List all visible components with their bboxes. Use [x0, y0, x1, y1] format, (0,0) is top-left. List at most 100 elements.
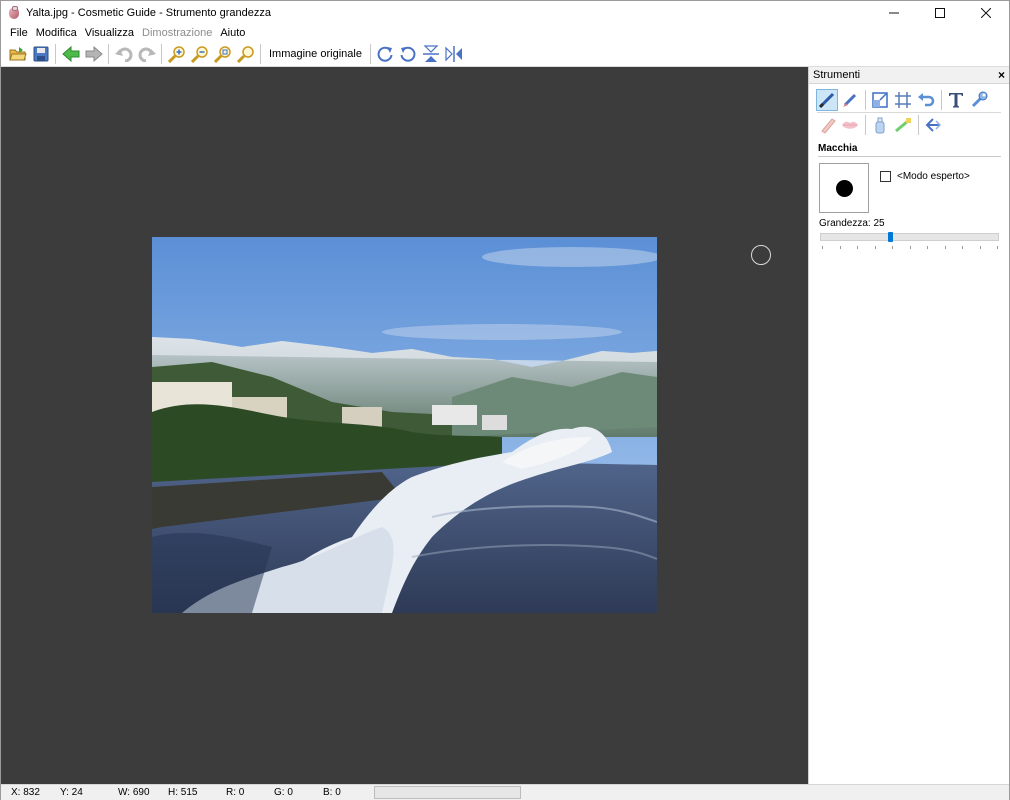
zoom-out-icon — [190, 46, 208, 63]
size-slider-tick — [875, 246, 876, 249]
toothbrush-tool-button[interactable] — [892, 114, 914, 136]
tools-panel-title: Strumenti — [813, 69, 861, 81]
status-green: G: 0 — [274, 787, 293, 798]
maximize-button[interactable] — [917, 1, 963, 24]
status-y: Y: 24 — [60, 787, 83, 798]
undo-icon — [114, 47, 132, 62]
crop-tool-icon — [895, 92, 911, 108]
toolbar-separator — [260, 44, 261, 64]
section-title-macchia: Macchia — [818, 143, 858, 154]
image-canvas[interactable] — [1, 67, 808, 784]
size-slider-tick — [840, 246, 841, 249]
wrench-tool-button[interactable] — [968, 89, 990, 111]
save-button[interactable] — [29, 43, 52, 65]
tools-separator — [918, 115, 919, 135]
window-controls — [871, 1, 1009, 24]
main-toolbar: Immagine originale — [1, 42, 1009, 67]
size-label: Grandezza: 25 — [819, 218, 885, 229]
zoom-out-button[interactable] — [188, 43, 211, 65]
zoom-in-icon — [167, 46, 185, 63]
zoom-actual-button[interactable] — [234, 43, 257, 65]
toothbrush-tool-icon — [895, 118, 911, 133]
toolbar-separator — [108, 44, 109, 64]
size-slider-track[interactable] — [820, 233, 999, 241]
size-slider-tick — [927, 246, 928, 249]
app-window: Yalta.jpg - Cosmetic Guide - Strumento g… — [0, 0, 1010, 800]
wrench-tool-icon — [971, 91, 988, 108]
size-slider[interactable] — [820, 232, 999, 252]
brush-preview-dot — [835, 179, 853, 197]
text-tool-button[interactable] — [945, 89, 967, 111]
open-button[interactable] — [6, 43, 29, 65]
toolbar-separator — [369, 44, 371, 64]
tools-separator — [865, 90, 866, 110]
rotate-right-button[interactable] — [374, 43, 397, 65]
expert-mode-toggle[interactable]: <Modo esperto> — [880, 171, 970, 182]
menu-modifica[interactable]: Modifica — [32, 27, 81, 39]
redo-button[interactable] — [135, 43, 158, 65]
expert-mode-checkbox[interactable] — [880, 171, 891, 182]
window-title: Yalta.jpg - Cosmetic Guide - Strumento g… — [26, 6, 271, 19]
original-image-button[interactable]: Immagine originale — [264, 48, 367, 60]
undo-button[interactable] — [112, 43, 135, 65]
yalta-photo[interactable] — [152, 237, 657, 613]
size-slider-tick — [892, 246, 893, 249]
tools-separator — [865, 115, 866, 135]
flip-horizontal-button[interactable] — [443, 43, 466, 65]
lips-tool-button[interactable] — [839, 114, 861, 136]
status-red: R: 0 — [226, 787, 245, 798]
smudge-tool-button[interactable] — [839, 89, 861, 111]
save-icon — [33, 46, 48, 62]
maximize-icon — [935, 7, 945, 18]
flip-vertical-button[interactable] — [420, 43, 443, 65]
title-bar: Yalta.jpg - Cosmetic Guide - Strumento g… — [1, 1, 1009, 24]
status-width: W: 690 — [118, 787, 150, 798]
rotate-left-button[interactable] — [397, 43, 420, 65]
back-tool-button[interactable] — [922, 114, 944, 136]
resize-tool-button[interactable] — [869, 89, 891, 111]
previous-button[interactable] — [59, 43, 82, 65]
smudge-tool-icon — [843, 93, 857, 107]
menu-aiuto[interactable]: Aiuto — [216, 27, 249, 39]
forward-arrow-icon — [85, 46, 103, 62]
bottle-tool-icon — [875, 117, 885, 134]
zoom-fit-button[interactable] — [211, 43, 234, 65]
menu-file[interactable]: File — [6, 27, 32, 39]
arrow-back-tool-icon — [925, 118, 942, 132]
tools-row-2 — [809, 113, 1009, 137]
rotate-right-icon — [378, 46, 393, 62]
undo-tool-button[interactable] — [915, 89, 937, 111]
size-slider-tick — [910, 246, 911, 249]
status-height: H: 515 — [168, 787, 198, 798]
size-slider-tick — [980, 246, 981, 249]
app-logo-icon — [7, 5, 21, 20]
size-slider-tick — [822, 246, 823, 249]
brush-preview — [819, 163, 869, 213]
menu-bar: File Modifica Visualizza Dimostrazione A… — [1, 24, 1009, 42]
close-icon — [981, 7, 991, 18]
tools-row-1 — [809, 88, 1009, 112]
brush-tool-button[interactable] — [816, 89, 838, 111]
size-slider-tick — [962, 246, 963, 249]
redo-icon — [138, 47, 156, 62]
brush-cursor — [751, 245, 771, 265]
back-arrow-icon — [61, 46, 79, 62]
eraser-tool-button[interactable] — [816, 114, 838, 136]
status-progress-bar — [374, 786, 521, 799]
close-button[interactable] — [963, 1, 1009, 24]
tools-panel-close-button[interactable]: × — [998, 68, 1005, 82]
zoom-in-button[interactable] — [165, 43, 188, 65]
open-folder-icon — [8, 47, 27, 61]
minimize-button[interactable] — [871, 1, 917, 24]
menu-visualizza[interactable]: Visualizza — [81, 27, 138, 39]
resize-tool-icon — [872, 92, 888, 108]
crop-tool-button[interactable] — [892, 89, 914, 111]
size-slider-tick — [857, 246, 858, 249]
menu-dimostrazione[interactable]: Dimostrazione — [138, 27, 216, 39]
bottle-tool-button[interactable] — [869, 114, 891, 136]
size-slider-tick — [997, 246, 998, 249]
next-button[interactable] — [82, 43, 105, 65]
undo-tool-icon — [918, 93, 935, 107]
size-slider-thumb[interactable] — [888, 232, 893, 242]
text-tool-icon — [949, 93, 963, 108]
